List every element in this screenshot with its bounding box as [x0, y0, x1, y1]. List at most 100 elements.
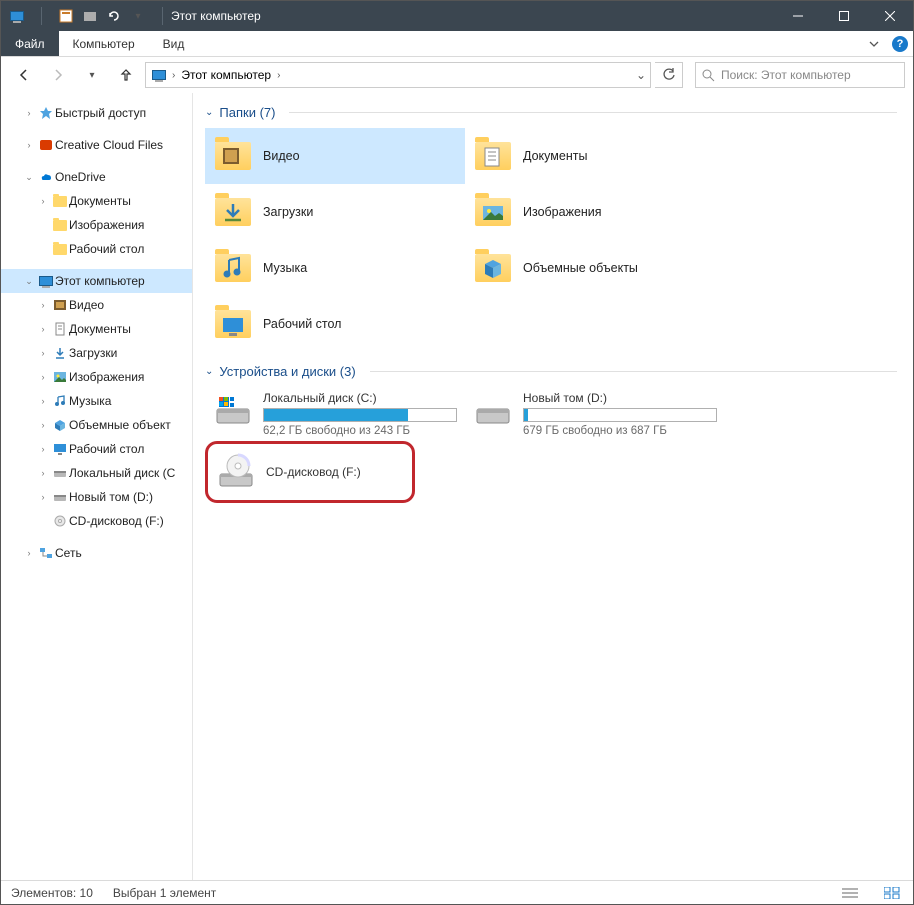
- chevron-down-icon[interactable]: ⌄: [21, 276, 37, 287]
- music-folder-icon: [213, 248, 253, 288]
- details-view-button[interactable]: [839, 884, 861, 902]
- folder-3d-objects[interactable]: Объемные объекты: [465, 240, 725, 296]
- folder-label: Видео: [263, 149, 300, 163]
- chevron-right-icon[interactable]: ›: [172, 70, 175, 81]
- tree-label: Рабочий стол: [69, 242, 144, 256]
- drive-c[interactable]: Локальный диск (C:) 62,2 ГБ свободно из …: [205, 387, 465, 441]
- file-tab[interactable]: Файл: [1, 31, 59, 56]
- status-item-count: Элементов: 10: [11, 886, 93, 900]
- chevron-right-icon[interactable]: ›: [21, 108, 37, 118]
- chevron-right-icon[interactable]: ›: [35, 324, 51, 334]
- qat-dropdown-icon[interactable]: ▾: [130, 8, 146, 24]
- recent-dropdown[interactable]: ▾: [77, 60, 107, 90]
- search-box[interactable]: Поиск: Этот компьютер: [695, 62, 905, 88]
- tree-label: Этот компьютер: [55, 274, 145, 288]
- back-button[interactable]: [9, 60, 39, 90]
- tree-cdrom[interactable]: CD-дисковод (F:): [1, 509, 192, 533]
- chevron-down-icon[interactable]: ⌄: [21, 172, 37, 183]
- onedrive-icon: [37, 170, 55, 184]
- tree-docs[interactable]: › Документы: [1, 317, 192, 341]
- chevron-right-icon[interactable]: ›: [35, 348, 51, 358]
- tree-disk-d[interactable]: ›Новый том (D:): [1, 485, 192, 509]
- drive-d[interactable]: Новый том (D:) 679 ГБ свободно из 687 ГБ: [465, 387, 725, 441]
- tree-desktop[interactable]: ›Рабочий стол: [1, 437, 192, 461]
- drive-label: Локальный диск (C:): [263, 391, 457, 405]
- thumbnails-view-button[interactable]: [881, 884, 903, 902]
- tree-quick-access[interactable]: ›Быстрый доступ: [1, 101, 192, 125]
- tree-3d-objects[interactable]: ›Объемные объект: [1, 413, 192, 437]
- close-button[interactable]: [867, 1, 913, 31]
- separator: [289, 112, 897, 113]
- tree-label: Документы: [69, 194, 131, 208]
- breadcrumb-current[interactable]: Этот компьютер: [179, 68, 273, 82]
- download-icon: [51, 346, 69, 360]
- drive-sublabel: 62,2 ГБ свободно из 243 ГБ: [263, 425, 457, 437]
- chevron-right-icon[interactable]: ›: [277, 70, 280, 81]
- cdrom-drive-icon: [216, 452, 256, 492]
- tree-label: Документы: [69, 322, 131, 336]
- tree-onedrive[interactable]: ⌄OneDrive: [1, 165, 192, 189]
- video-folder-icon: [213, 136, 253, 176]
- help-button[interactable]: ?: [887, 31, 913, 57]
- maximize-button[interactable]: [821, 1, 867, 31]
- computer-tab[interactable]: Компьютер: [59, 31, 149, 56]
- search-placeholder: Поиск: Этот компьютер: [721, 68, 851, 82]
- view-tab[interactable]: Вид: [149, 31, 199, 56]
- folder-video[interactable]: Видео: [205, 128, 465, 184]
- chevron-right-icon[interactable]: ›: [35, 468, 51, 478]
- folder-music[interactable]: Музыка: [205, 240, 465, 296]
- drive-icon: [473, 391, 513, 431]
- expand-ribbon-button[interactable]: [861, 31, 887, 57]
- up-button[interactable]: [111, 60, 141, 90]
- pc-icon: [9, 8, 25, 24]
- group-folders[interactable]: ⌄ Папки (7): [205, 93, 913, 128]
- chevron-right-icon[interactable]: ›: [35, 300, 51, 310]
- breadcrumb-root[interactable]: [150, 70, 168, 80]
- window-title: Этот компьютер: [171, 9, 261, 23]
- tree-images[interactable]: ›Изображения: [1, 365, 192, 389]
- folder-downloads[interactable]: Загрузки: [205, 184, 465, 240]
- folder-icon: [51, 244, 69, 255]
- folder-documents[interactable]: Документы: [465, 128, 725, 184]
- tree-onedrive-images[interactable]: Изображения: [1, 213, 192, 237]
- cube-icon: [51, 418, 69, 432]
- tree-onedrive-desktop[interactable]: Рабочий стол: [1, 237, 192, 261]
- chevron-right-icon[interactable]: ›: [35, 444, 51, 454]
- tree-video[interactable]: ›Видео: [1, 293, 192, 317]
- drives-grid: Локальный диск (C:) 62,2 ГБ свободно из …: [205, 387, 913, 503]
- forward-button[interactable]: [43, 60, 73, 90]
- tree-music[interactable]: ›Музыка: [1, 389, 192, 413]
- drive-cdrom[interactable]: CD-дисковод (F:): [205, 441, 415, 503]
- chevron-right-icon[interactable]: ›: [35, 196, 51, 206]
- chevron-right-icon[interactable]: ›: [35, 420, 51, 430]
- tree-disk-c[interactable]: ›Локальный диск (C: [1, 461, 192, 485]
- tree-creative-cloud[interactable]: ›Creative Cloud Files: [1, 133, 192, 157]
- chevron-right-icon[interactable]: ›: [21, 140, 37, 150]
- view-tab-label: Вид: [163, 37, 185, 51]
- minimize-button[interactable]: [775, 1, 821, 31]
- chevron-right-icon[interactable]: ›: [35, 372, 51, 382]
- address-dropdown-icon[interactable]: ⌄: [636, 68, 646, 82]
- folder-images[interactable]: Изображения: [465, 184, 725, 240]
- chevron-right-icon[interactable]: ›: [21, 548, 37, 558]
- properties-icon[interactable]: [58, 8, 74, 24]
- new-folder-icon[interactable]: [82, 8, 98, 24]
- cc-icon: [37, 138, 55, 152]
- undo-icon[interactable]: [106, 8, 122, 24]
- tree-network[interactable]: ›Сеть: [1, 541, 192, 565]
- computer-tab-label: Компьютер: [73, 37, 135, 51]
- chevron-down-icon: ⌄: [205, 107, 213, 118]
- group-drives[interactable]: ⌄ Устройства и диски (3): [205, 352, 913, 387]
- tree-downloads[interactable]: ›Загрузки: [1, 341, 192, 365]
- tree-label: CD-дисковод (F:): [69, 514, 164, 528]
- tree-this-pc[interactable]: ⌄ Этот компьютер: [1, 269, 192, 293]
- chevron-right-icon[interactable]: ›: [35, 396, 51, 406]
- chevron-right-icon[interactable]: ›: [35, 492, 51, 502]
- refresh-button[interactable]: [655, 62, 683, 88]
- address-box[interactable]: › Этот компьютер › ⌄: [145, 62, 651, 88]
- folder-desktop[interactable]: Рабочий стол: [205, 296, 465, 352]
- tree-onedrive-docs[interactable]: › Документы: [1, 189, 192, 213]
- address-bar-row: ▾ › Этот компьютер › ⌄ Поиск: Этот компь…: [1, 57, 913, 93]
- images-folder-icon: [473, 192, 513, 232]
- content-area: ⌄ Папки (7) Видео Документы Загрузки Изо…: [193, 93, 913, 880]
